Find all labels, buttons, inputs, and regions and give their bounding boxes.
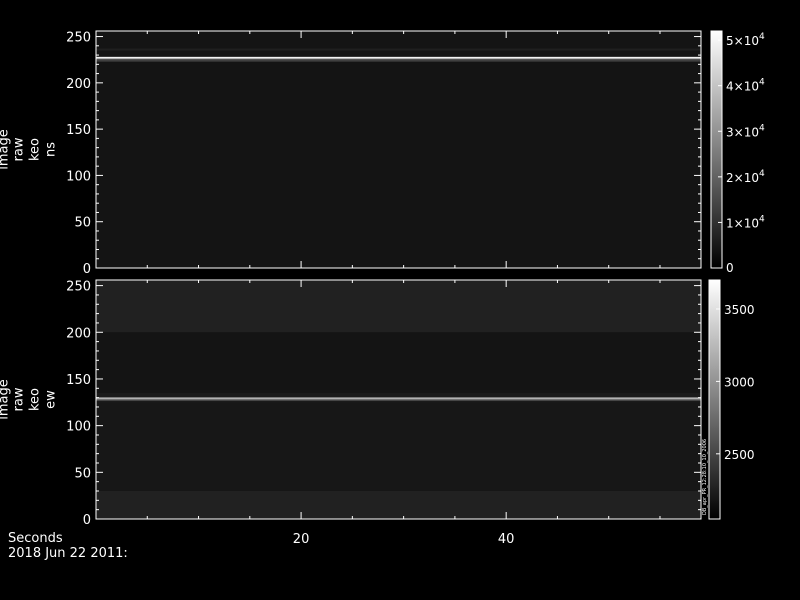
y-axis-label-line: keo (28, 138, 43, 161)
y-axis-label-line: image (0, 379, 12, 420)
image-background (96, 31, 701, 268)
colorbar-tick-label: 2500 (724, 448, 755, 462)
keogram-figure: 050100150200250image raw keo ns01×1042×1043… (0, 30, 765, 547)
y-tick-label: 150 (66, 373, 91, 388)
colorbar-tick-label: 3×104 (726, 123, 765, 139)
colorbar-exponent: 4 (759, 78, 765, 88)
colorbar-exponent: 4 (759, 123, 765, 133)
y-tick-label: 50 (74, 216, 91, 231)
y-tick-label: 200 (66, 326, 91, 341)
y-axis-label-line: ns (44, 142, 59, 157)
panel-ns: 0 50 100 150 200 250 image raw keo ns 0 1×104 2×104 3… (0, 30, 765, 277)
colorbar-tick-label: 3000 (724, 375, 755, 389)
panel-ew: 0 50 100 150 200 250 20 40 image raw keo ew 2500 3000… (0, 279, 755, 547)
y-tick-label: 50 (74, 466, 91, 481)
colorbar-exponent: 4 (759, 32, 765, 42)
y-tick-label: 0 (83, 513, 91, 528)
y-tick-label: 100 (66, 169, 91, 184)
colorbar-tick-label: 3500 (724, 303, 755, 317)
y-tick-label: 150 (66, 123, 91, 138)
image-band (96, 280, 701, 333)
colorbar-exponent: 4 (759, 214, 765, 224)
bright-row (96, 56, 701, 59)
image-band (96, 332, 701, 393)
bright-row (96, 48, 701, 51)
y-axis-label-line: ew (44, 390, 59, 409)
colorbar-tick-label: 5×104 (726, 32, 765, 48)
colorbar-tick-label: 1×104 (726, 214, 765, 230)
colorbar (710, 30, 723, 269)
x-tick-label: 20 (293, 532, 310, 547)
y-axis-label-line: raw (12, 387, 27, 411)
y-tick-label: 100 (66, 420, 91, 435)
x-axis-label: Seconds (8, 531, 63, 546)
date-label: 2018 Jun 22 2011: (8, 546, 128, 561)
y-tick-label: 250 (66, 31, 91, 46)
image-band (96, 402, 701, 491)
y-axis-label-line: image (0, 129, 12, 170)
y-tick-label: 250 (66, 280, 91, 295)
colorbar-tick-label: 4×104 (726, 78, 765, 94)
y-axis-label-line: keo (28, 388, 43, 411)
bright-row (96, 398, 701, 401)
colorbar-tick-label: 0 (726, 261, 734, 275)
y-tick-label: 0 (83, 262, 91, 277)
bright-row (96, 59, 701, 62)
colorbar-exponent: 4 (759, 169, 765, 179)
colorbar (708, 279, 721, 520)
colorbar-tick-label: 2×104 (726, 169, 765, 185)
image-band (96, 490, 701, 519)
y-axis-label-line: raw (12, 137, 27, 161)
colorbar-side-note: DB_apr_PR_12:28:10_10_2006 (702, 439, 708, 515)
y-tick-label: 200 (66, 77, 91, 92)
x-tick-label: 40 (498, 532, 515, 547)
